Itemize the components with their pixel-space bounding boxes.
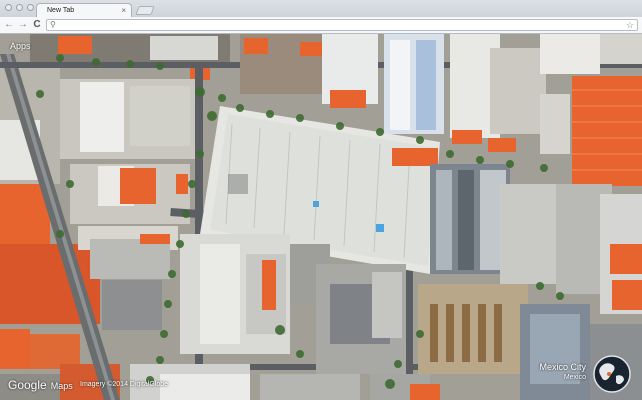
aerial-background [0,34,642,400]
star-icon[interactable]: ☆ [626,20,634,30]
close-window-button[interactable] [5,4,12,11]
tab-strip: New Tab × [0,0,642,17]
browser-window: New Tab × ← → C ⚲ ☆ Apps Google Maps Ima… [0,0,642,400]
apps-link[interactable]: Apps [10,41,31,51]
tab-title: New Tab [47,7,75,14]
search-icon: ⚲ [50,20,56,29]
brand-maps-text: Maps [50,381,73,391]
omnibox[interactable]: ⚲ ☆ [46,19,638,31]
forward-button[interactable]: → [17,19,29,31]
new-tab-button[interactable] [135,6,155,15]
location-city: Mexico City [539,362,586,372]
maximize-window-button[interactable] [27,4,34,11]
google-maps-logo[interactable]: Google Maps [8,378,73,392]
brand-google-text: Google [8,378,47,392]
toolbar: ← → C ⚲ ☆ [0,17,642,34]
close-tab-icon[interactable]: × [121,5,126,16]
back-button[interactable]: ← [3,19,15,31]
reload-button[interactable]: C [31,19,43,31]
location-label[interactable]: Mexico City Mexico [539,362,586,382]
globe-icon[interactable] [592,354,632,394]
minimize-window-button[interactable] [16,4,23,11]
location-country: Mexico [563,374,586,381]
tab-new-tab[interactable]: New Tab × [36,3,132,17]
imagery-credits: Imagery ©2014 DigitalGlobe [80,381,169,388]
window-controls [5,4,34,11]
address-input[interactable] [61,20,621,30]
